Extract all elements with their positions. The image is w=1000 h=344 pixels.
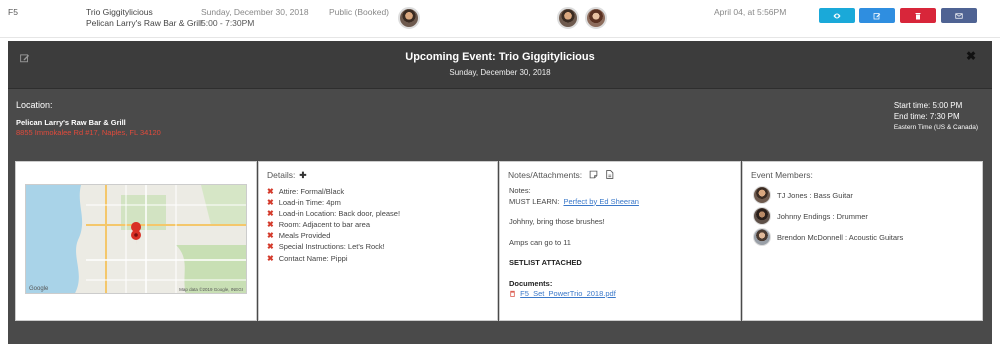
event-title: Trio Giggitylicious [86,7,153,17]
map-panel: Google Map data ©2019 Google, INEGI [15,161,257,321]
member-item[interactable]: Johnny Endings : Drummer [753,207,868,225]
x-icon[interactable]: ✖ [267,231,274,240]
notes-title: Notes/Attachments: [508,170,614,180]
venue-map[interactable]: Google Map data ©2019 Google, INEGI [25,184,247,294]
email-button[interactable] [941,8,977,23]
details-panel: Details: ✚ ✖ Attire: Formal/Black ✖ Load-in… [258,161,498,321]
note-line: Amps can go to 11 [509,237,571,247]
event-date: Sunday, December 30, 2018 [201,7,309,17]
modal-title: Upcoming Event: Trio Giggitylicious [405,51,595,63]
list-item: ✖ Load-in Time: 4pm [267,197,400,208]
detail-text: Meals Provided [278,231,331,241]
edit-icon [873,12,881,19]
document-link[interactable]: F5_Set_PowerTrio_2018.pdf [520,289,616,298]
avatar [753,186,771,204]
member-avatar [585,7,607,29]
event-time: 5:00 - 7:30PM [201,18,255,28]
must-learn-prefix: MUST LEARN: [509,196,560,206]
member-avatar [557,7,579,29]
member-item[interactable]: TJ Jones : Bass Guitar [753,186,853,204]
start-time: Start time: 5:00 PM [893,101,963,110]
google-logo: Google [29,286,49,292]
event-name-cell: Trio Giggitylicious Pelican Larry's Raw … [86,7,202,29]
avatar [753,228,771,246]
event-venue: Pelican Larry's Raw Bar & Grill [86,18,202,28]
modal-header: Upcoming Event: Trio Giggitylicious Sund… [8,41,992,89]
details-title: Details: ✚ [267,170,306,181]
setlist-label: SETLIST ATTACHED [509,258,582,267]
must-learn-line: MUST LEARN: Perfect by Ed Sheeran [509,197,639,208]
x-icon[interactable]: ✖ [267,242,274,251]
pdf-icon[interactable] [605,170,614,179]
notes-panel: Notes/Attachments: Notes: MUST LEARN: Pe… [499,161,741,321]
trash-icon[interactable] [509,290,516,297]
event-modal: Upcoming Event: Trio Giggitylicious Sund… [8,41,992,344]
list-item: ✖ Special Instructions: Let's Rock! [267,241,400,252]
detail-text: Special Instructions: Let's Rock! [278,242,385,252]
list-item: ✖ Room: Adjacent to bar area [267,219,400,230]
x-icon[interactable]: ✖ [267,220,274,229]
member-name: TJ Jones : Bass Guitar [777,190,853,200]
list-item: ✖ Load-in Location: Back door, please! [267,208,400,219]
map-image [26,185,246,293]
detail-text: Load-in Location: Back door, please! [278,209,401,219]
documents-label: Documents: [509,278,553,288]
x-icon[interactable]: ✖ [267,198,274,207]
event-status: Public (Booked) [329,7,390,17]
document-item: F5_Set_PowerTrio_2018.pdf [509,289,639,300]
edit-button[interactable] [859,8,895,23]
members-title: Event Members: [751,170,813,180]
event-row[interactable]: F5 Trio Giggitylicious Pelican Larry's R… [0,0,1000,38]
venue-address[interactable]: 8855 Immokalee Rd #17, Naples, FL 34120 [16,128,161,137]
note-icon[interactable] [589,170,598,179]
member-item[interactable]: Brendon McDonnell : Acoustic Guitars [753,228,903,246]
envelope-icon [955,12,963,19]
detail-text: Room: Adjacent to bar area [278,220,371,230]
list-item: ✖ Meals Provided [267,230,400,241]
list-item: ✖ Attire: Formal/Black [267,186,400,197]
notes-title-label: Notes/Attachments: [508,170,583,180]
x-icon[interactable]: ✖ [267,187,274,196]
details-list: ✖ Attire: Formal/Black ✖ Load-in Time: 4pm… [267,186,400,264]
close-icon[interactable]: ✖ [966,49,976,63]
event-id: F5 [8,7,18,17]
map-attribution: Map data ©2019 Google, INEGI [179,287,243,292]
modal-subtitle: Sunday, December 30, 2018 [449,68,551,77]
event-date-cell: Sunday, December 30, 2018 5:00 - 7:30PM [201,7,309,29]
timezone: Eastern Time (US & Canada) [893,124,978,131]
location-label: Location: [16,100,53,110]
venue-name: Pelican Larry's Raw Bar & Grill [16,118,126,127]
delete-button[interactable] [900,8,936,23]
details-title-label: Details: [267,170,296,180]
detail-text: Attire: Formal/Black [278,187,345,196]
member-name: Brendon McDonnell : Acoustic Guitars [777,232,904,242]
members-panel: Event Members: TJ Jones : Bass Guitar Jo… [742,161,983,321]
detail-text: Load-in Time: 4pm [278,198,341,208]
song-link[interactable]: Perfect by Ed Sheeran [563,197,638,206]
list-item: ✖ Contact Name: Pippi [267,253,400,264]
eye-icon [833,13,841,18]
note-line: Johhny, bring those brushes! [509,217,605,226]
creator-avatar [398,7,420,29]
notes-label: Notes: [509,186,531,195]
detail-text: Contact Name: Pippi [278,253,348,263]
plus-icon[interactable]: ✚ [299,170,306,181]
end-time: End time: 7:30 PM [893,112,960,121]
member-name: Johnny Endings : Drummer [777,211,868,221]
x-icon[interactable]: ✖ [267,254,274,263]
x-icon[interactable]: ✖ [267,209,274,218]
view-button[interactable] [819,8,855,23]
event-times: Start time: 5:00 PM End time: 7:30 PM Ea… [894,100,978,133]
event-created: April 04, at 5:56PM [714,7,787,17]
notes-body: Notes: MUST LEARN: Perfect by Ed Sheeran… [509,186,639,300]
trash-icon [915,12,921,19]
avatar [753,207,771,225]
